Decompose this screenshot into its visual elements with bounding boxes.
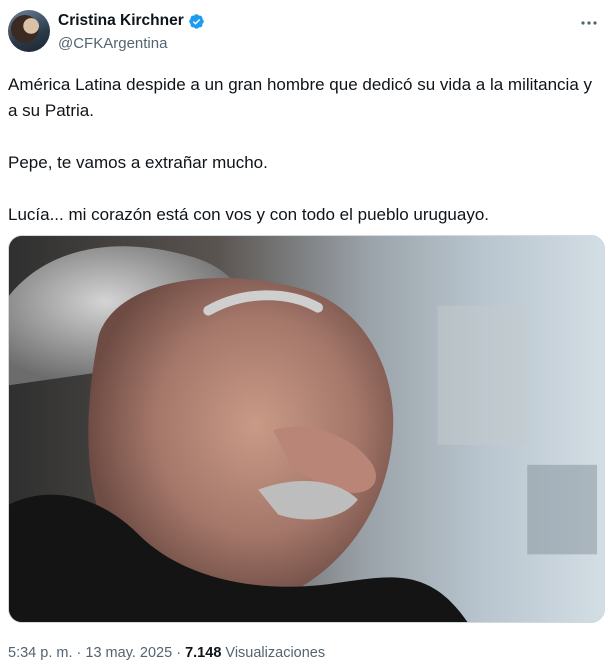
meta-separator: · [76, 645, 82, 661]
author-name-row: Cristina Kirchner [58, 12, 205, 30]
display-name[interactable]: Cristina Kirchner [58, 12, 184, 30]
portrait-photo [9, 236, 604, 622]
more-dots-icon [581, 21, 597, 25]
user-handle[interactable]: @CFKArgentina [58, 35, 167, 52]
meta-separator: · [176, 645, 182, 661]
verified-badge-icon [189, 13, 204, 29]
tweet: Cristina Kirchner @CFKArgentina América … [0, 0, 610, 670]
views-label: Visualizaciones [225, 645, 326, 661]
tweet-text: América Latina despide a un gran hombre … [8, 72, 602, 228]
tweet-photo[interactable] [8, 235, 605, 623]
tweet-line-1: América Latina despide a un gran hombre … [8, 75, 593, 120]
tweet-line-2: Pepe, te vamos a extrañar mucho. [8, 153, 268, 172]
views-count: 7.148 [185, 645, 222, 661]
avatar[interactable] [8, 10, 50, 52]
tweet-meta: 5:34 p. m. · 13 may. 2025 · 7.148 Visual… [8, 645, 325, 661]
tweet-time[interactable]: 5:34 p. m. [8, 645, 72, 661]
tweet-line-3: Lucía... mi corazón está con vos y con t… [8, 205, 490, 224]
tweet-date[interactable]: 13 may. 2025 [85, 645, 172, 661]
more-options-button[interactable] [578, 12, 600, 34]
